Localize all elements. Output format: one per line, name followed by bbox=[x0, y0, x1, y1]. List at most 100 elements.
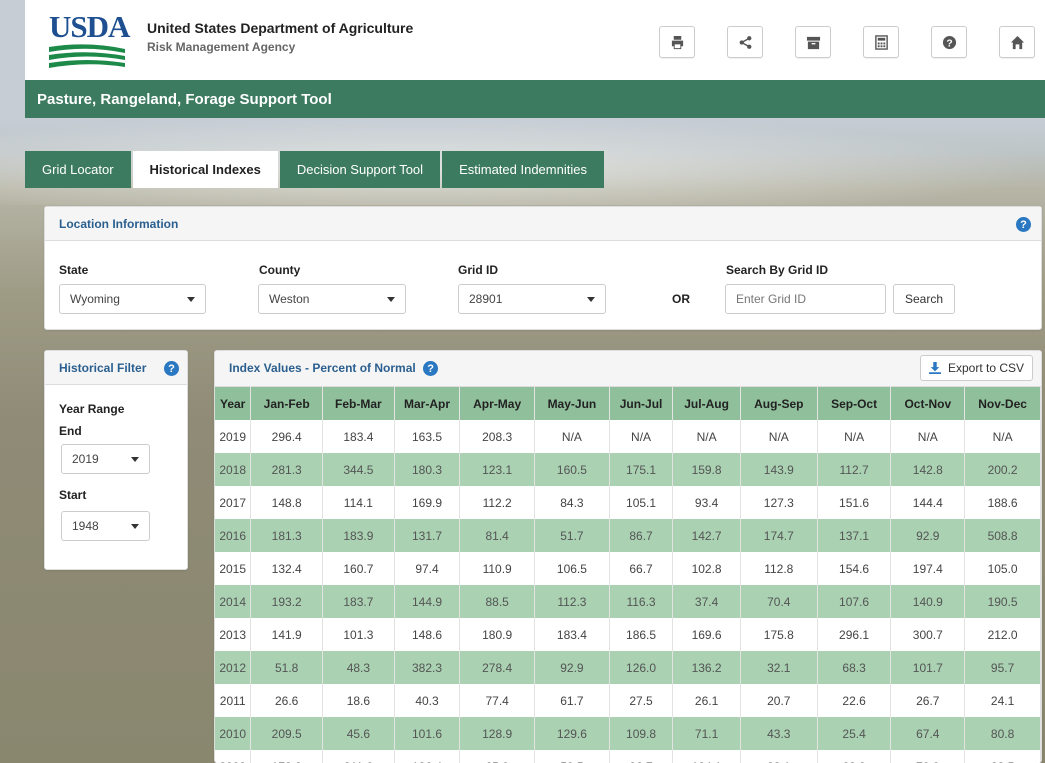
table-row: 2015 132.4 160.7 97.4 110.9 106.5 66.7 102.8 112… bbox=[215, 552, 1041, 585]
col-header[interactable]: Mar-Apr bbox=[394, 387, 461, 420]
col-header[interactable]: Year bbox=[215, 387, 252, 420]
index-value-cell: 93.4 bbox=[672, 486, 741, 519]
grid-id-select[interactable]: 28901 bbox=[458, 284, 606, 314]
index-value-cell: 22.6 bbox=[817, 684, 892, 717]
filter-heading: Historical Filter bbox=[59, 361, 147, 375]
col-header[interactable]: Jun-Jul bbox=[609, 387, 674, 420]
col-header[interactable]: Feb-Mar bbox=[322, 387, 395, 420]
index-value-cell: 18.6 bbox=[322, 684, 395, 717]
index-value-cell: 127.3 bbox=[740, 486, 818, 519]
col-header[interactable]: Apr-May bbox=[459, 387, 536, 420]
index-value-cell: 180.9 bbox=[459, 618, 536, 651]
index-value-cell: 131.7 bbox=[394, 519, 461, 552]
index-value-cell: 80.8 bbox=[964, 717, 1041, 750]
table-row: 2009173.2211.6186.465.050.596.7124.183.1… bbox=[215, 750, 1041, 763]
chevron-down-icon bbox=[187, 297, 195, 302]
index-value-cell: 26.6 bbox=[250, 684, 324, 717]
tab-historical-indexes[interactable]: Historical Indexes bbox=[132, 151, 278, 188]
index-value-cell: 23.5 bbox=[964, 750, 1041, 763]
grid-id-search-input[interactable] bbox=[725, 284, 886, 314]
col-header[interactable]: Sep-Oct bbox=[817, 387, 892, 420]
index-value-cell: 32.1 bbox=[740, 651, 818, 684]
svg-text:?: ? bbox=[946, 38, 952, 49]
col-header[interactable]: Nov-Dec bbox=[964, 387, 1041, 420]
index-values-panel: Index Values - Percent of Normal ? Expor… bbox=[214, 350, 1042, 763]
index-value-cell: 200.2 bbox=[964, 453, 1041, 486]
index-value-cell: 51.8 bbox=[250, 651, 324, 684]
index-value-cell: 26.7 bbox=[890, 684, 966, 717]
index-value-cell: 181.3 bbox=[250, 519, 324, 552]
help-button[interactable]: ? bbox=[931, 26, 967, 58]
main-tabs: Grid Locator Historical Indexes Decision… bbox=[25, 151, 606, 188]
col-header[interactable]: May-Jun bbox=[534, 387, 610, 420]
tab-decision-support-tool[interactable]: Decision Support Tool bbox=[279, 151, 441, 188]
logo-text: USDA bbox=[49, 9, 130, 44]
table-row: 2014 193.2 183.7 144.9 88.5 112.3 116.3 37.4 70.… bbox=[215, 585, 1041, 618]
index-value-cell: 193.2 bbox=[250, 585, 324, 618]
end-year-select[interactable]: 2019 bbox=[61, 444, 150, 474]
export-csv-button[interactable]: Export to CSV bbox=[919, 355, 1033, 381]
end-label: End bbox=[59, 424, 82, 438]
start-year-select[interactable]: 1948 bbox=[61, 511, 150, 541]
index-value-cell: 84.3 bbox=[534, 486, 610, 519]
index-value-cell: 183.9 bbox=[322, 519, 395, 552]
col-header[interactable]: Aug-Sep bbox=[740, 387, 818, 420]
index-value-cell: 116.3 bbox=[609, 585, 674, 618]
archive-button[interactable] bbox=[795, 26, 831, 58]
share-icon bbox=[739, 35, 751, 49]
share-button[interactable] bbox=[727, 26, 763, 58]
logo-fields-graphic bbox=[49, 44, 125, 68]
index-value-cell: 382.3 bbox=[394, 651, 461, 684]
tab-grid-locator[interactable]: Grid Locator bbox=[25, 151, 131, 188]
index-value-cell: 160.5 bbox=[534, 453, 610, 486]
chevron-down-icon bbox=[587, 297, 595, 302]
download-icon bbox=[928, 362, 941, 374]
year-cell: 2017 bbox=[215, 486, 252, 519]
index-value-cell: 197.4 bbox=[890, 552, 966, 585]
index-value-cell: 97.4 bbox=[394, 552, 461, 585]
col-header[interactable]: Jan-Feb bbox=[250, 387, 324, 420]
org-subtitle: Risk Management Agency bbox=[147, 40, 296, 54]
index-value-cell: 278.4 bbox=[459, 651, 536, 684]
archive-icon bbox=[806, 36, 820, 49]
help-icon[interactable]: ? bbox=[423, 361, 439, 377]
index-value-cell: 107.6 bbox=[817, 585, 892, 618]
tab-estimated-indemnities[interactable]: Estimated Indemnities bbox=[442, 151, 604, 188]
print-button[interactable] bbox=[659, 26, 695, 58]
index-value-cell: 300.7 bbox=[890, 618, 966, 651]
index-value-cell: 208.3 bbox=[459, 420, 536, 453]
state-select[interactable]: Wyoming bbox=[59, 284, 206, 314]
index-panel-header: Index Values - Percent of Normal ? Expor… bbox=[215, 351, 1041, 387]
county-select[interactable]: Weston bbox=[258, 284, 406, 314]
usda-logo[interactable]: USDA bbox=[49, 9, 130, 70]
chevron-down-icon bbox=[131, 457, 139, 462]
search-button[interactable]: Search bbox=[893, 284, 956, 314]
home-button[interactable] bbox=[999, 26, 1035, 58]
table-row: 2012 51.8 48.3 382.3 278.4 92.9 126.0 136.2 32.1… bbox=[215, 651, 1041, 684]
help-icon[interactable]: ? bbox=[1016, 217, 1031, 232]
index-value-cell: 95.7 bbox=[964, 651, 1041, 684]
index-value-cell: 86.7 bbox=[609, 519, 674, 552]
state-value: Wyoming bbox=[70, 292, 120, 306]
col-header[interactable]: Oct-Nov bbox=[890, 387, 966, 420]
index-value-cell: 48.3 bbox=[322, 651, 395, 684]
index-value-cell: N/A bbox=[964, 420, 1041, 453]
county-label: County bbox=[259, 263, 301, 277]
index-value-cell: 154.6 bbox=[817, 552, 892, 585]
index-value-cell: 174.7 bbox=[740, 519, 818, 552]
index-value-cell: N/A bbox=[609, 420, 674, 453]
index-value-cell: 183.4 bbox=[534, 618, 610, 651]
index-value-cell: 106.5 bbox=[534, 552, 610, 585]
index-values-table: Year Jan-Feb Feb-Mar Mar-Apr Apr-May May… bbox=[215, 387, 1041, 763]
year-cell: 2011 bbox=[215, 684, 252, 717]
index-value-cell: 96.7 bbox=[609, 750, 674, 763]
index-table-body: 2019 296.4 183.4 163.5 208.3 N/A N/A N/A N/A N/A N… bbox=[215, 420, 1041, 763]
question-icon: ? bbox=[942, 35, 956, 49]
index-value-cell: 101.3 bbox=[322, 618, 395, 651]
calculator-button[interactable] bbox=[863, 26, 899, 58]
index-value-cell: 148.8 bbox=[250, 486, 324, 519]
index-value-cell: 112.3 bbox=[534, 585, 610, 618]
help-icon[interactable]: ? bbox=[164, 361, 179, 376]
table-row: 2016 181.3 183.9 131.7 81.4 51.7 86.7 142.7 174.… bbox=[215, 519, 1041, 552]
col-header[interactable]: Jul-Aug bbox=[672, 387, 741, 420]
